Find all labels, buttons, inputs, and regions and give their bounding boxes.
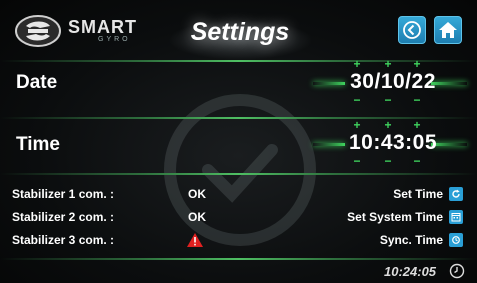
set-time-button[interactable]: Set Time: [393, 186, 463, 202]
time-value: 10:43:05: [348, 131, 438, 154]
year-increment[interactable]: +: [411, 58, 423, 70]
page-title: Settings: [190, 18, 290, 46]
stabilizer-1-label: Stabilizer 1 com. :: [12, 187, 115, 201]
date-value: 30/10/22: [350, 70, 436, 93]
set-time-label: Set Time: [393, 187, 443, 201]
day-decrement[interactable]: −: [351, 94, 363, 106]
footer-clock-time: 10:24:05: [384, 264, 437, 279]
year-decrement[interactable]: −: [411, 94, 423, 106]
divider-status: [0, 173, 477, 175]
calendar-icon: [449, 210, 463, 224]
stabilizer-1-status: OK: [188, 187, 206, 201]
home-icon: [439, 22, 457, 38]
sync-time-button[interactable]: Sync. Time: [380, 232, 463, 248]
back-button[interactable]: [398, 16, 426, 44]
brand-subtitle: GYRO: [98, 36, 131, 43]
second-decrement[interactable]: −: [411, 155, 423, 167]
settings-screen: SMART GYRO Settings Date + + + 30/10/22 …: [0, 0, 477, 283]
header: SMART GYRO Settings: [0, 0, 477, 60]
home-button[interactable]: [434, 16, 462, 44]
stabilizer-3-label: Stabilizer 3 com. :: [12, 233, 115, 247]
sync-time-label: Sync. Time: [379, 233, 443, 247]
minute-decrement[interactable]: −: [382, 155, 394, 167]
check-watermark-icon: [164, 94, 316, 246]
day-increment[interactable]: +: [351, 58, 363, 70]
stabilizer-2-status: OK: [188, 210, 206, 224]
date-label: Date: [16, 72, 58, 93]
brand-name: SMART: [68, 17, 137, 37]
second-increment[interactable]: +: [411, 119, 423, 131]
refresh-icon: [449, 187, 463, 201]
time-value-editor[interactable]: + + + 10:43:05 − − −: [313, 117, 473, 167]
stabilizer-2-label: Stabilizer 2 com. :: [12, 210, 115, 224]
set-system-time-button[interactable]: Set System Time: [347, 209, 463, 225]
month-decrement[interactable]: −: [382, 94, 394, 106]
clock-icon: [449, 263, 465, 279]
minute-increment[interactable]: +: [382, 119, 394, 131]
warning-icon: [187, 233, 203, 247]
time-label: Time: [16, 134, 61, 155]
sync-icon: [449, 233, 463, 247]
month-increment[interactable]: +: [382, 58, 394, 70]
date-value-editor[interactable]: + + + 30/10/22 − − −: [313, 56, 473, 106]
hour-increment[interactable]: +: [351, 119, 363, 131]
hour-decrement[interactable]: −: [351, 155, 363, 167]
set-system-time-label: Set System Time: [347, 210, 443, 224]
chevron-left-circle-icon: [403, 21, 421, 39]
divider-bottom: [0, 258, 477, 260]
